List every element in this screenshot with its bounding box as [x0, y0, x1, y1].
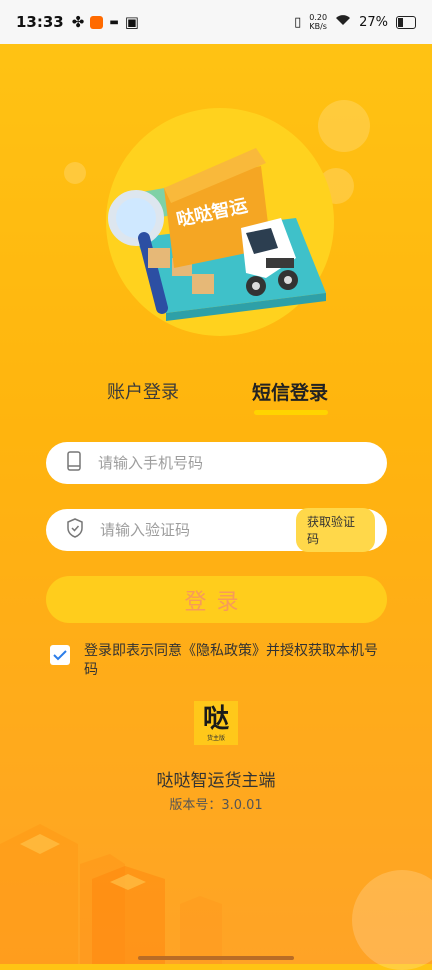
buildings-background — [0, 824, 222, 964]
fan-icon: ✤ — [71, 13, 85, 31]
net-speed: 0.20 KB/s — [309, 13, 327, 31]
agreement-text: 登录即表示同意《隐私政策》并授权获取本机号码 — [84, 642, 386, 680]
phone-input[interactable] — [96, 453, 375, 473]
sms-icon: ▬ — [109, 16, 119, 28]
check-icon — [53, 650, 67, 661]
version-number: 3.0.01 — [221, 798, 263, 813]
battery-percent: 27% — [359, 14, 388, 30]
get-code-button[interactable]: 获取验证码 — [296, 508, 375, 552]
status-bar: 13:33 ✤ ▬ ▣ ▯ 0.20 KB/s 27% — [0, 0, 432, 44]
net-speed-value: 0.20 — [309, 13, 328, 22]
code-input[interactable] — [98, 520, 296, 540]
app-version: 版本号：3.0.01 — [0, 794, 432, 813]
hero-illustration: 哒哒智运 — [106, 108, 334, 336]
app-logo: 哒 货主版 — [194, 701, 238, 745]
privacy-policy-link[interactable]: 《隐私政策》 — [182, 643, 266, 659]
decor-circle — [64, 162, 86, 184]
calendar-icon: ▣ — [124, 13, 139, 31]
tab-active-indicator — [254, 410, 328, 415]
app-logo-text: 哒 — [202, 703, 229, 734]
tab-account-login[interactable]: 账户登录 — [107, 378, 179, 404]
code-field[interactable]: 获取验证码 — [46, 508, 387, 552]
phone-field[interactable] — [46, 442, 387, 484]
net-speed-unit: KB/s — [309, 22, 327, 31]
wifi-icon — [335, 14, 351, 30]
taobao-icon — [90, 15, 104, 29]
agreement-prefix: 登录即表示同意 — [84, 643, 182, 659]
app-name: 哒哒智运货主端 — [156, 771, 276, 791]
status-time: 13:33 — [16, 13, 64, 31]
battery-icon — [396, 15, 416, 29]
home-indicator — [138, 956, 294, 960]
phone-icon — [66, 451, 82, 475]
agreement: 登录即表示同意《隐私政策》并授权获取本机号码 — [50, 642, 386, 680]
shield-icon — [66, 518, 84, 542]
agreement-checkbox[interactable] — [50, 645, 70, 665]
vibrate-icon: ▯ — [294, 14, 302, 30]
truck-illustration: 哒哒智运 — [108, 148, 326, 321]
version-label: 版本号： — [169, 798, 222, 813]
login-tabs: 账户登录 短信登录 — [0, 378, 432, 418]
app-logo-subtext: 货主版 — [206, 734, 225, 742]
tab-sms-login[interactable]: 短信登录 — [252, 378, 328, 405]
login-button[interactable]: 登录 — [46, 576, 387, 623]
